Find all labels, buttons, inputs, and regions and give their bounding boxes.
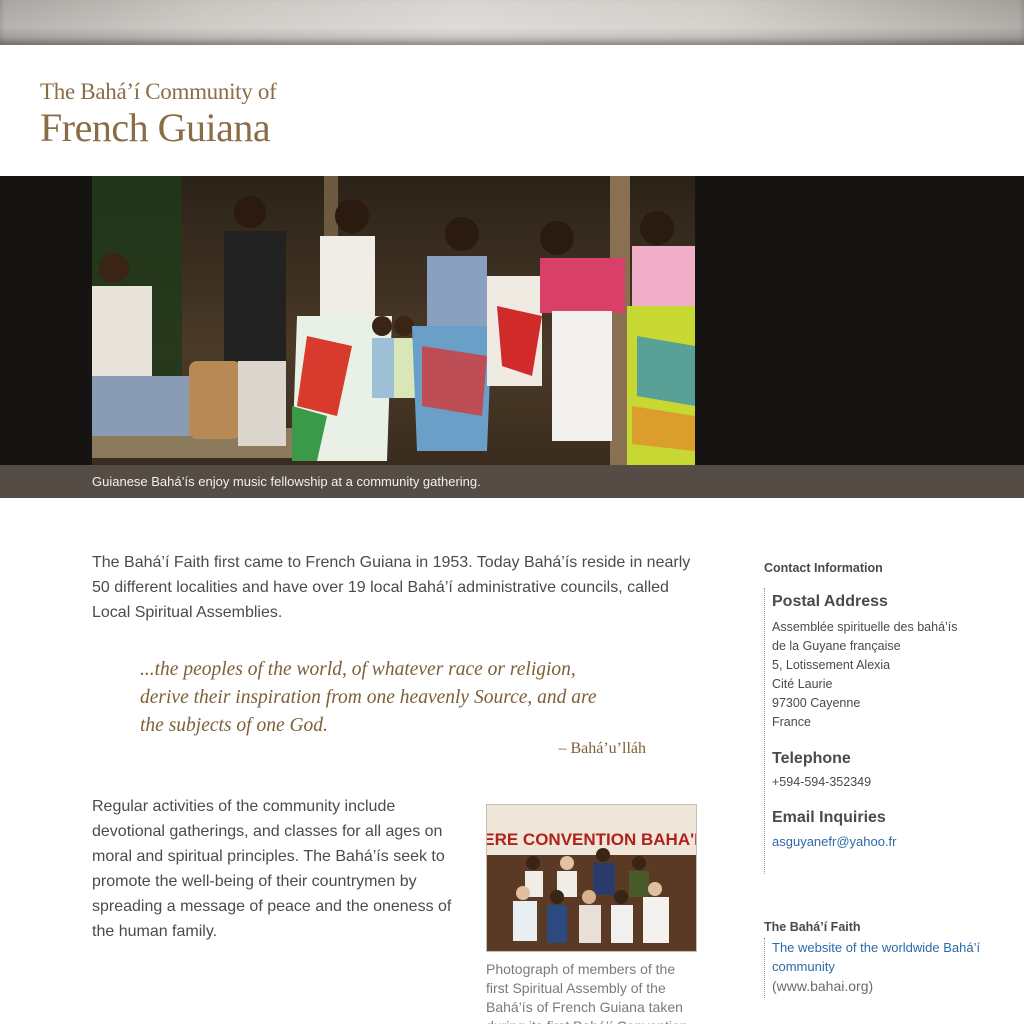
assembly-photo-caption: Photograph of members of the first Spiri… (486, 961, 688, 1024)
hero-photo (92, 176, 695, 466)
quote: ...the peoples of the world, of whatever… (140, 656, 660, 740)
postal-address-line: 5, Lotissement Alexia (772, 658, 891, 672)
postal-address-line: 97300 Cayenne (772, 696, 861, 710)
site-title-line1: The Bahá’í Community of (40, 79, 277, 104)
assembly-photo-illustration: 1ERE CONVENTION BAHA'IE (487, 805, 697, 951)
email-link[interactable]: asguyanefr@yahoo.fr (772, 832, 1014, 851)
hero-banner: Guianese Bahá’ís enjoy music fellowship … (0, 176, 1024, 498)
assembly-photo: 1ERE CONVENTION BAHA'IE (486, 804, 697, 952)
bahai-org-link[interactable]: The website of the worldwide Bahá’í comm… (772, 938, 1014, 976)
activities-paragraph: Regular activities of the community incl… (92, 798, 452, 940)
site-title[interactable]: The Bahá’í Community of French Guiana (40, 78, 277, 150)
postal-address: Assemblée spirituelle des bahá’ís de la … (772, 618, 1014, 732)
hero-photo-illustration (92, 176, 695, 466)
contact-block: Postal Address Assemblée spirituelle des… (764, 588, 1014, 874)
top-browser-bar (0, 0, 1024, 45)
telephone-title: Telephone (772, 750, 851, 767)
hero-caption: Guianese Bahá’ís enjoy music fellowship … (92, 474, 481, 489)
postal-address-title: Postal Address (772, 593, 888, 610)
assembly-photo-banner: 1ERE CONVENTION BAHA'IE (487, 830, 697, 849)
faith-heading: The Bahá’í Faith (764, 920, 861, 934)
faith-block: The website of the worldwide Bahá’í comm… (764, 938, 1014, 998)
quote-attribution: – Bahá’u’lláh (558, 740, 646, 757)
quote-line: derive their inspiration from one heaven… (140, 687, 597, 708)
postal-address-line: France (772, 715, 811, 729)
postal-address-line: Cité Laurie (772, 677, 833, 691)
postal-address-line: de la Guyane française (772, 639, 901, 653)
quote-line: the subjects of one God. (140, 715, 328, 736)
quote-line: ...the peoples of the world, of whatever… (140, 659, 576, 680)
bahai-org-url: (www.bahai.org) (772, 978, 874, 994)
contact-heading: Contact Information (764, 561, 883, 575)
site-title-line2: French Guiana (40, 105, 271, 150)
telephone-number: +594-594-352349 (772, 775, 872, 789)
intro-paragraph: The Bahá’í Faith first came to French Gu… (92, 554, 691, 621)
postal-address-line: Assemblée spirituelle des bahá’ís (772, 620, 958, 634)
email-title: Email Inquiries (772, 809, 886, 826)
